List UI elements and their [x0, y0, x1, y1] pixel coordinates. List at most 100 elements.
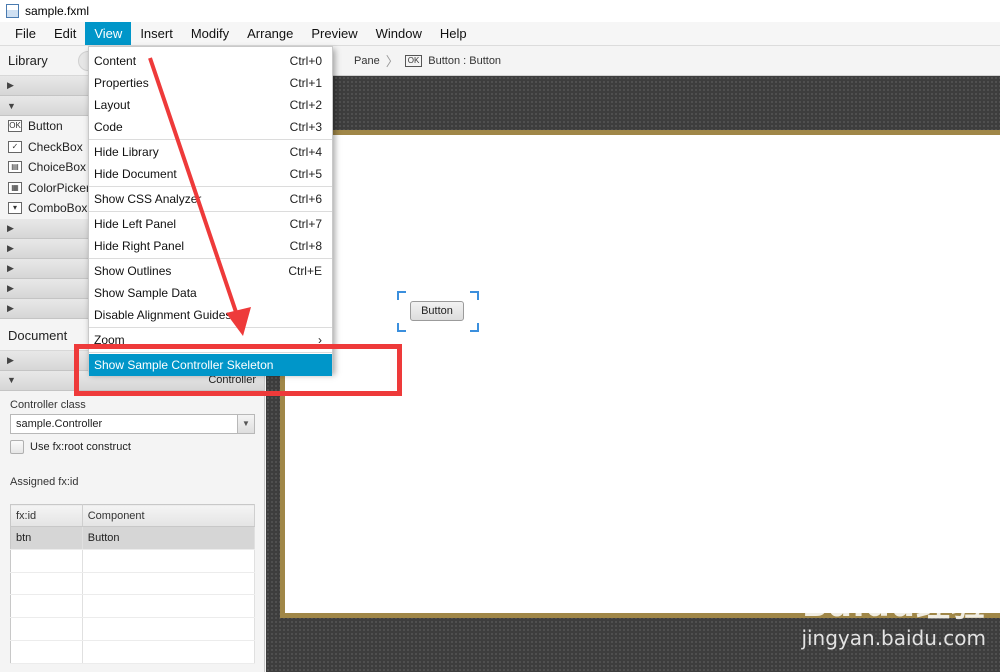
menu-view[interactable]: View [85, 22, 132, 45]
empty-cell [82, 594, 256, 619]
menu-separator [89, 258, 332, 259]
table-row-empty [10, 572, 256, 596]
empty-cell [10, 594, 83, 619]
menu-item-label: Show Sample Data [94, 286, 197, 300]
selection-handle[interactable] [397, 291, 406, 300]
fxroot-checkbox-row[interactable]: Use fx:root construct [0, 439, 264, 454]
controller-class-value: sample.Controller [16, 417, 103, 430]
menu-item-shortcut: Ctrl+3 [289, 120, 322, 134]
menu-item-shortcut: Ctrl+7 [289, 217, 322, 231]
watermark: Baidu经验 jingyan.baidu.com [801, 577, 986, 650]
column-header-fxid[interactable]: fx:id [10, 504, 83, 527]
selection-handle[interactable] [470, 291, 479, 300]
library-item-label: CheckBox [28, 139, 83, 154]
menu-item-hide-library[interactable]: Hide Library Ctrl+4 [89, 141, 332, 163]
menu-edit[interactable]: Edit [45, 22, 85, 45]
menu-item-label: Show CSS Analyzer [94, 192, 202, 206]
menu-item-label: Code [94, 120, 123, 134]
component-cell: Button [82, 526, 256, 550]
menu-item-layout[interactable]: Layout Ctrl+2 [89, 94, 332, 116]
menu-item-shortcut: Ctrl+5 [289, 167, 322, 181]
table-row-empty [10, 594, 256, 619]
menu-item-show-sample-data[interactable]: Show Sample Data [89, 282, 332, 304]
menu-item-properties[interactable]: Properties Ctrl+1 [89, 72, 332, 94]
menu-window[interactable]: Window [367, 22, 431, 45]
library-item-label: Button [28, 119, 63, 134]
chevron-down-icon[interactable]: ▼ [237, 414, 254, 433]
table-row-empty [10, 549, 256, 573]
library-item-label: ChoiceBox [28, 160, 87, 175]
menu-item-label: Show Outlines [94, 264, 172, 278]
menu-item-label: Layout [94, 98, 131, 112]
menu-insert[interactable]: Insert [131, 22, 182, 45]
table-row[interactable]: btn Button [10, 526, 256, 550]
breadcrumb-current[interactable]: Button : Button [428, 55, 501, 67]
menu-item-label: Content [94, 54, 137, 68]
window-title: sample.fxml [25, 4, 90, 18]
menu-item-shortcut: Ctrl+4 [289, 145, 322, 159]
fxroot-label: Use fx:root construct [30, 440, 131, 453]
menu-item-shortcut: Ctrl+8 [289, 239, 322, 253]
menu-arrange[interactable]: Arrange [238, 22, 302, 45]
watermark-logo: Baidu经验 [801, 585, 986, 625]
menu-item-disable-alignment-guides[interactable]: Disable Alignment Guides [89, 304, 332, 326]
canvas-button[interactable]: Button [410, 301, 464, 321]
empty-cell [82, 617, 256, 641]
app-icon [6, 4, 19, 18]
menu-item-content[interactable]: Content Ctrl+0 [89, 50, 332, 72]
annotation-highlight-box [74, 344, 402, 396]
selection-handle[interactable] [470, 323, 479, 332]
menu-item-show-css-analyzer[interactable]: Show CSS Analyzer Ctrl+6 [89, 188, 332, 210]
checkbox-icon: ✓ [8, 140, 22, 153]
assigned-fxid-label: Assigned fx:id [10, 475, 79, 488]
menu-item-show-outlines[interactable]: Show Outlines Ctrl+E [89, 260, 332, 282]
breadcrumb-separator: 〉 [385, 54, 399, 69]
menu-item-label: Hide Library [94, 145, 159, 159]
menu-separator [89, 139, 332, 140]
menu-bar: File Edit View Insert Modify Arrange Preview Wi… [0, 22, 1000, 46]
menu-preview[interactable]: Preview [302, 22, 366, 45]
menu-item-code[interactable]: Code Ctrl+3 [89, 116, 332, 138]
menu-item-shortcut: Ctrl+E [288, 264, 322, 278]
menu-item-shortcut: Ctrl+0 [289, 54, 322, 68]
menu-item-label: Hide Document [94, 167, 177, 181]
fxroot-checkbox[interactable] [10, 439, 24, 454]
breadcrumb: Pane 〉 OK Button : Button [266, 46, 1000, 76]
breadcrumb-parent[interactable]: Pane [354, 55, 380, 67]
selection-handle[interactable] [397, 323, 406, 332]
menu-item-shortcut: Ctrl+2 [289, 98, 322, 112]
menu-file[interactable]: File [6, 22, 45, 45]
menu-item-label: Hide Right Panel [94, 239, 185, 253]
controller-class-combo[interactable]: sample.Controller ▼ [10, 413, 255, 434]
watermark-url: jingyan.baidu.com [801, 626, 986, 650]
controller-class-label: Controller class [10, 398, 86, 411]
empty-cell [82, 572, 256, 596]
button-icon: OK [404, 54, 423, 67]
menu-separator [89, 327, 332, 328]
menu-modify[interactable]: Modify [182, 22, 238, 45]
empty-cell [10, 640, 83, 664]
menu-item-hide-right-panel[interactable]: Hide Right Panel Ctrl+8 [89, 235, 332, 257]
colorpicker-icon: ▦ [8, 181, 22, 194]
menu-separator [89, 211, 332, 212]
choicebox-icon: ▤ [8, 161, 22, 174]
menu-item-label: Disable Alignment Guides [94, 308, 232, 322]
menu-item-shortcut: Ctrl+1 [289, 76, 322, 90]
assigned-fxid-table: fx:id Component btn Button [10, 504, 256, 664]
button-icon: OK [8, 120, 22, 133]
menu-help[interactable]: Help [431, 22, 476, 45]
library-title: Library [8, 53, 48, 68]
fxid-cell: btn [10, 526, 83, 550]
table-row-empty [10, 640, 256, 664]
document-title: Document [8, 327, 68, 343]
combobox-icon: ▾ [8, 202, 22, 215]
column-header-component[interactable]: Component [82, 504, 256, 527]
menu-item-hide-document[interactable]: Hide Document Ctrl+5 [89, 163, 332, 185]
menu-item-hide-left-panel[interactable]: Hide Left Panel Ctrl+7 [89, 213, 332, 235]
empty-cell [82, 640, 256, 664]
library-item-label: ComboBox [28, 201, 88, 216]
empty-cell [10, 617, 83, 641]
view-menu-dropdown: Content Ctrl+0 Properties Ctrl+1 Layout Ctrl+… [88, 46, 333, 376]
empty-cell [10, 549, 83, 573]
menu-item-shortcut: Ctrl+6 [289, 192, 322, 206]
